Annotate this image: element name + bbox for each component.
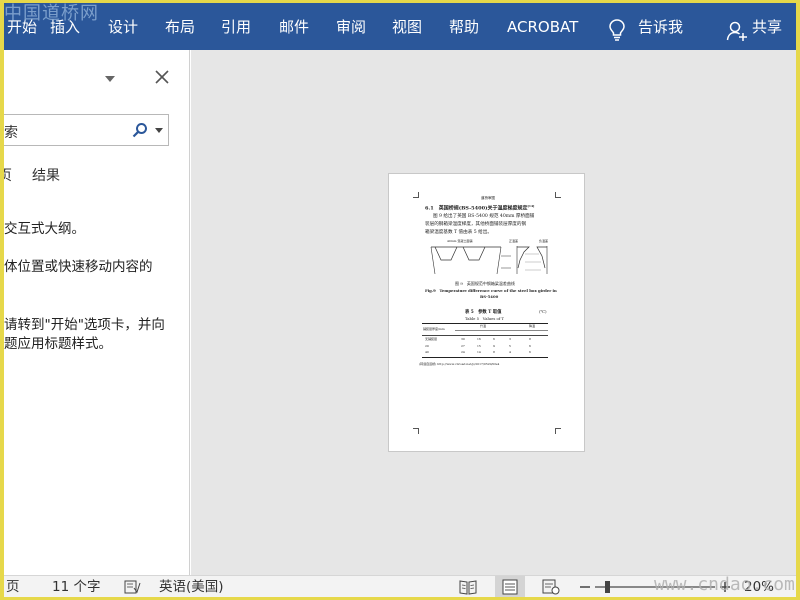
share-button[interactable]: 共享 bbox=[752, 17, 782, 37]
figure-caption-en: BS-5400 bbox=[480, 294, 499, 299]
proofing-icon[interactable] bbox=[124, 580, 141, 594]
table-cell: 9 bbox=[493, 343, 495, 348]
nav-tab-results[interactable]: 结果 bbox=[32, 165, 60, 185]
table-cell: 24 bbox=[461, 350, 465, 354]
tab-help[interactable]: 帮助 bbox=[449, 17, 479, 37]
share-user-icon[interactable] bbox=[726, 20, 748, 42]
search-input[interactable]: 索 bbox=[4, 114, 169, 146]
table-cell: 15 bbox=[477, 343, 481, 348]
table-rule-head bbox=[422, 335, 548, 336]
watermark-url-text: www.cndao.com bbox=[654, 574, 795, 595]
table-title-en: Table 5 Values of T bbox=[465, 316, 504, 321]
crop-mark bbox=[413, 428, 419, 434]
table-cell: 5 bbox=[509, 343, 511, 348]
table-cell: 14 bbox=[477, 350, 481, 354]
temperature-gradient-figure bbox=[430, 246, 548, 275]
word-window: 开始 插入 设计 布局 引用 邮件 审阅 视图 帮助 ACROBAT 告诉我 共… bbox=[4, 3, 796, 597]
section-heading-text: 6.1 英国桥规(BS-5400)关于温度梯度规定 bbox=[425, 205, 528, 212]
tab-layout[interactable]: 布局 bbox=[165, 17, 195, 37]
page-footer: (转载自道桥) http://www.cnroad.net/p/2017/052… bbox=[419, 362, 500, 366]
table-cell: 无铺装层 bbox=[425, 337, 438, 341]
section-ref: [14] bbox=[527, 204, 535, 208]
document-canvas: 道桥审图 6.1 英国桥规(BS-5400)关于温度梯度规定[14] 图 9 给… bbox=[191, 50, 796, 575]
web-layout-icon[interactable] bbox=[542, 579, 560, 595]
print-layout-icon bbox=[502, 579, 518, 595]
table-cell: 8 bbox=[493, 350, 495, 354]
status-bar: 页 11 个字 英语(美国) 20% www.cndao.com bbox=[4, 574, 796, 597]
nav-tab-pages[interactable]: 页 bbox=[4, 165, 12, 185]
figure-label: 负温差 bbox=[539, 239, 549, 243]
tell-me-search[interactable]: 告诉我 bbox=[638, 17, 683, 37]
nav-info-text: 体位置或快速移动内容的 bbox=[4, 259, 153, 275]
section-heading: 6.1 英国桥规(BS-5400)关于温度梯度规定[14] bbox=[425, 204, 534, 212]
tab-references[interactable]: 引用 bbox=[221, 17, 251, 37]
tab-acrobat[interactable]: ACROBAT bbox=[507, 17, 578, 37]
tab-review[interactable]: 审阅 bbox=[336, 17, 366, 37]
table-header-cell: 升温 bbox=[480, 324, 487, 328]
watermark-logo-text: 中国道桥网 bbox=[4, 3, 99, 24]
table-cell: 3 bbox=[509, 337, 511, 341]
lightbulb-icon[interactable] bbox=[608, 19, 626, 41]
crop-mark bbox=[555, 428, 561, 434]
table-title-cn: 表 5 参数 T 取值 bbox=[465, 310, 502, 315]
page-number-status[interactable]: 页 bbox=[6, 579, 20, 596]
body-line: 装层的钢箱梁温度梯度，其他桥面铺装层厚度的钢 bbox=[425, 222, 527, 227]
navigation-pane: 索 页 结果 交互式大纲。 体位置或快速移动内容的 请转到"开始"选项卡，并向 … bbox=[4, 50, 190, 575]
table-rule-bottom bbox=[422, 357, 548, 358]
body-line: 箱梁温度基数 T 值由表 5 给出。 bbox=[425, 230, 492, 235]
chevron-down-icon[interactable] bbox=[155, 128, 163, 133]
figure-label: 40mm 混凝土面铺 bbox=[447, 239, 473, 243]
table-cell: 6 bbox=[529, 350, 531, 354]
tab-design[interactable]: 设计 bbox=[108, 17, 138, 37]
close-icon[interactable] bbox=[154, 69, 170, 85]
table-cell: 16 bbox=[477, 337, 481, 341]
search-icon[interactable] bbox=[132, 122, 148, 138]
pane-options-dropdown-icon[interactable] bbox=[104, 75, 116, 83]
tab-mailings[interactable]: 邮件 bbox=[279, 17, 309, 37]
zoom-out-icon[interactable] bbox=[579, 580, 591, 594]
word-count-status[interactable]: 11 个字 bbox=[52, 579, 100, 596]
table-unit: (℃) bbox=[539, 309, 547, 314]
crop-mark bbox=[413, 192, 419, 198]
nav-info-text: 交互式大纲。 bbox=[4, 221, 85, 237]
crop-mark bbox=[555, 192, 561, 198]
table-cell: 27 bbox=[461, 343, 465, 348]
zoom-slider-thumb[interactable] bbox=[604, 581, 610, 593]
nav-info-text: 题应用标题样式。 bbox=[4, 336, 112, 352]
table-cell: 8 bbox=[529, 337, 531, 341]
nav-info-text: 请转到"开始"选项卡，并向 bbox=[4, 317, 165, 333]
table-cell: 30 bbox=[461, 337, 465, 341]
body-line: 图 9 给出了英国 BS-5400 规范 40mm 厚桥面铺 bbox=[433, 214, 535, 219]
document-page[interactable]: 道桥审图 6.1 英国桥规(BS-5400)关于温度梯度规定[14] 图 9 给… bbox=[388, 173, 585, 452]
ribbon-tab-bar: 开始 插入 设计 布局 引用 邮件 审阅 视图 帮助 ACROBAT 告诉我 共… bbox=[4, 3, 796, 50]
search-input-text: 索 bbox=[4, 125, 18, 141]
read-mode-icon[interactable] bbox=[459, 579, 477, 595]
table-cell: 6 bbox=[493, 337, 495, 341]
figure-label: 正温差 bbox=[509, 239, 519, 243]
language-status[interactable]: 英语(美国) bbox=[159, 579, 224, 596]
tab-view[interactable]: 视图 bbox=[392, 17, 422, 37]
table-header-cell: 铺装层厚度/mm bbox=[423, 327, 445, 331]
table-cell: 40 bbox=[425, 350, 429, 354]
print-layout-button[interactable] bbox=[495, 576, 525, 597]
page-header: 道桥审图 bbox=[481, 196, 495, 200]
table-cell: 6 bbox=[529, 343, 531, 348]
figure-caption-cn: 图 9 英国规范中钢箱梁温差曲线 bbox=[455, 281, 515, 286]
table-cell: 20 bbox=[425, 343, 429, 348]
table-header-cell: 降温 bbox=[529, 324, 536, 328]
table-rule-mid bbox=[455, 330, 548, 331]
table-cell: 4 bbox=[509, 350, 511, 354]
